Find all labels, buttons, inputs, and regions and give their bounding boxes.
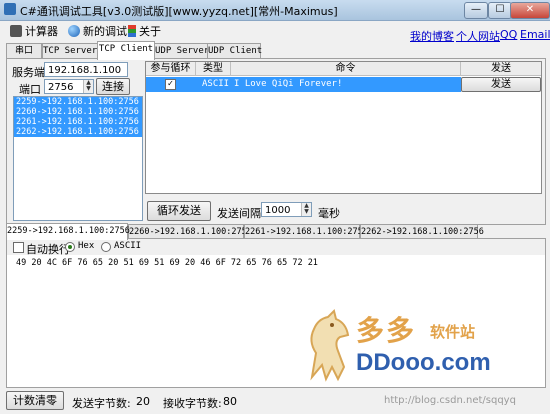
watermark-domain: DDooo.com (356, 349, 491, 376)
port-value: 2756 (48, 82, 74, 93)
tab-tcp-server[interactable]: TCP Server (42, 43, 98, 59)
row-command[interactable]: I Love QiQi Forever! (234, 77, 342, 92)
clear-count-button[interactable]: 计数清零 (6, 391, 64, 410)
horse-logo-icon (310, 309, 350, 382)
ascii-label: ASCII (114, 241, 142, 251)
receive-textarea[interactable]: 49 20 4C 6F 76 65 20 51 69 51 69 20 46 6… (9, 255, 542, 384)
hex-radio[interactable] (65, 242, 75, 252)
interval-stepper[interactable]: 1000 ▲ ▼ (261, 202, 312, 217)
conn-tab-1[interactable]: 2259->192.168.1.100:2756 (6, 223, 130, 240)
menu-new-debug[interactable]: 新的调试 (68, 24, 127, 40)
menu-new-debug-label: 新的调试 (83, 25, 127, 38)
watermark-brand: 多多 (356, 314, 417, 347)
watermark: 多多 软件站 DDooo.com (294, 307, 544, 387)
interval-unit: 毫秒 (318, 207, 340, 220)
server-label: 服务端 (12, 66, 45, 79)
link-blog[interactable]: 我的博客 (410, 28, 454, 44)
window-title: C#通讯调试工具[v3.0测试版][www.yyzq.net][常州-Maxim… (20, 5, 338, 18)
watermark-suffix: 软件站 (430, 323, 476, 341)
blog-url: http://blog.csdn.net/sqqyq (384, 395, 516, 406)
link-qq[interactable]: QQ (500, 28, 517, 41)
row-send-button[interactable]: 发送 (461, 77, 541, 92)
grid-header-send: 发送 (461, 62, 541, 76)
row-type[interactable]: ASCII (202, 77, 229, 92)
table-row[interactable]: ✓ ASCII I Love QiQi Forever! (146, 77, 461, 92)
recv-value: 80 (223, 395, 237, 408)
tab-serial[interactable]: 串口 (6, 43, 42, 59)
menu-about-label: 关于 (139, 25, 161, 38)
receive-panel: 自动换行 Hex ASCII 49 20 4C 6F 76 65 20 51 6… (6, 238, 546, 388)
port-spin[interactable]: ▲ ▼ (83, 80, 93, 93)
hex-label: Hex (78, 241, 95, 251)
close-button[interactable]: ✕ (510, 2, 550, 19)
connection-list[interactable]: 2259->192.168.1.100:2756 2260->192.168.1… (13, 96, 143, 221)
app-window: C#通讯调试工具[v3.0测试版][www.yyzq.net][常州-Maxim… (0, 0, 550, 414)
link-website[interactable]: 个人网站 (456, 28, 500, 44)
menu-calculator[interactable]: 计算器 (10, 24, 58, 40)
port-label: 端口 (19, 83, 41, 96)
conn-tab-4[interactable]: 2262->192.168.1.100:2756 (360, 224, 484, 239)
app-icon (4, 3, 16, 15)
tab-tcp-client[interactable]: TCP Client (97, 41, 155, 60)
conn-tab-3[interactable]: 2261->192.168.1.100:2756 (244, 224, 368, 239)
menu-about[interactable]: 关于 (128, 24, 161, 40)
list-item[interactable]: 2262->192.168.1.100:2756 (14, 127, 142, 137)
tab-udp-client[interactable]: UDP Client (207, 43, 262, 59)
loop-checkbox[interactable]: ✓ (165, 79, 176, 90)
menu-calculator-label: 计算器 (25, 25, 58, 38)
conn-tab-2[interactable]: 2260->192.168.1.100:2756 (128, 224, 252, 239)
receive-options: 自动换行 Hex ASCII (7, 239, 545, 256)
autowrap-checkbox[interactable] (13, 242, 24, 253)
title-bar: C#通讯调试工具[v3.0测试版][www.yyzq.net][常州-Maxim… (0, 0, 550, 21)
about-icon (128, 25, 136, 37)
interval-label: 发送间隔: (217, 207, 265, 220)
interval-value: 1000 (265, 205, 291, 216)
tab-udp-server[interactable]: UDP Server (154, 43, 209, 59)
ascii-radio[interactable] (101, 242, 111, 252)
connect-button[interactable]: 连接 (96, 78, 130, 95)
globe-icon (68, 25, 80, 37)
loop-send-button[interactable]: 循环发送 (147, 201, 211, 221)
link-email[interactable]: Email (520, 28, 550, 41)
tcp-client-panel: 服务端 192.168.1.100 端口 2756 ▲ ▼ 连接 2259->19… (6, 58, 546, 225)
sent-value: 20 (136, 395, 150, 408)
server-ip-input[interactable]: 192.168.1.100 (44, 62, 128, 77)
minimize-button[interactable]: — (464, 2, 488, 19)
menu-bar: 计算器 新的调试 关于 我的博客 个人网站 QQ Email (0, 21, 550, 44)
calculator-icon (10, 25, 22, 37)
command-grid: 参与循环 类型 命令 发送 ✓ ASCII I Love QiQi Foreve… (145, 61, 542, 194)
list-item[interactable]: 2259->192.168.1.100:2756 (14, 97, 142, 107)
list-item[interactable]: 2261->192.168.1.100:2756 (14, 117, 142, 127)
grid-header-loop: 参与循环 (146, 62, 196, 76)
status-bar: 计数清零 发送字节数: 20 接收字节数: 80 http://blog.csd… (0, 390, 550, 414)
interval-spin[interactable]: ▲ ▼ (301, 203, 311, 216)
grid-header-type: 类型 (196, 62, 231, 76)
sent-label: 发送字节数: (72, 397, 131, 410)
recv-label: 接收字节数: (163, 397, 222, 410)
hex-data: 49 20 4C 6F 76 65 20 51 69 51 69 20 46 6… (16, 258, 318, 268)
list-item[interactable]: 2260->192.168.1.100:2756 (14, 107, 142, 117)
port-stepper[interactable]: 2756 ▲ ▼ (44, 79, 94, 94)
maximize-button[interactable]: ☐ (488, 2, 512, 19)
grid-header-command: 命令 (231, 62, 461, 76)
